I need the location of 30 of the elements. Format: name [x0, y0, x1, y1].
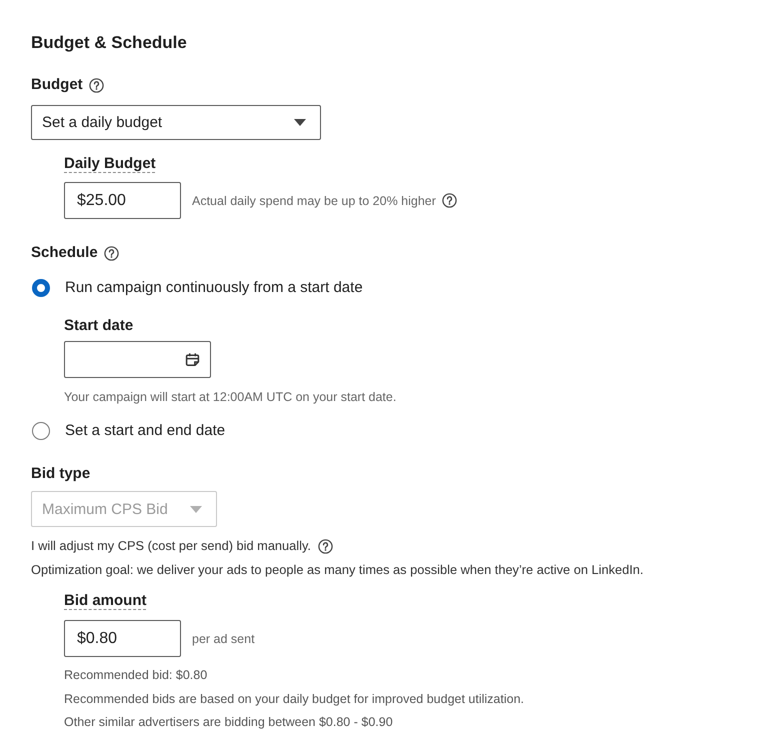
- field-label: Start date: [64, 316, 134, 336]
- caret-icon: [190, 506, 202, 512]
- helper-text: Optimization goal: we deliver your ads to people as many times as possible when they’re active on LinkedIn.: [31, 561, 644, 579]
- section-title: Budget & Schedule: [31, 32, 187, 54]
- date-field[interactable]: [64, 341, 211, 378]
- helper-text: Recommended bids are based on your daily budget for improved budget utilization.: [64, 690, 524, 708]
- help-icon[interactable]: [104, 246, 119, 260]
- radio-button[interactable]: [32, 422, 50, 440]
- help-icon[interactable]: [442, 193, 457, 208]
- helper-text: I will adjust my CPS (cost per send) bid manually.: [31, 537, 311, 555]
- field-label: Bid amount: [64, 591, 146, 611]
- dropdown[interactable]: Set a daily budget: [31, 105, 321, 140]
- option-label[interactable]: Set a start and end date: [65, 420, 226, 442]
- hint-text: Actual daily spend may be up to 20% higher: [192, 192, 436, 210]
- helper-text: Your campaign will start at 12:00AM UTC on your start date.: [64, 389, 396, 406]
- helper-text: Other similar advertisers are bidding between $0.80 - $0.90: [64, 714, 393, 731]
- radio-button[interactable]: [32, 279, 50, 297]
- section-label: Budget: [31, 75, 83, 95]
- helper-text: Recommended bid: $0.80: [64, 667, 208, 684]
- field-label: Daily Budget: [64, 154, 156, 174]
- input-field[interactable]: $25.00: [64, 182, 181, 219]
- section-label: Schedule: [31, 243, 98, 263]
- section-label: Bid type: [31, 464, 90, 484]
- unit-text: per ad sent: [192, 630, 255, 648]
- help-icon[interactable]: [318, 538, 333, 554]
- help-icon[interactable]: [88, 78, 104, 92]
- input-field[interactable]: $0.80: [64, 620, 181, 657]
- calendar-icon: [185, 352, 200, 367]
- caret-icon: [294, 119, 306, 126]
- option-label[interactable]: Run campaign continuously from a start date: [65, 277, 363, 299]
